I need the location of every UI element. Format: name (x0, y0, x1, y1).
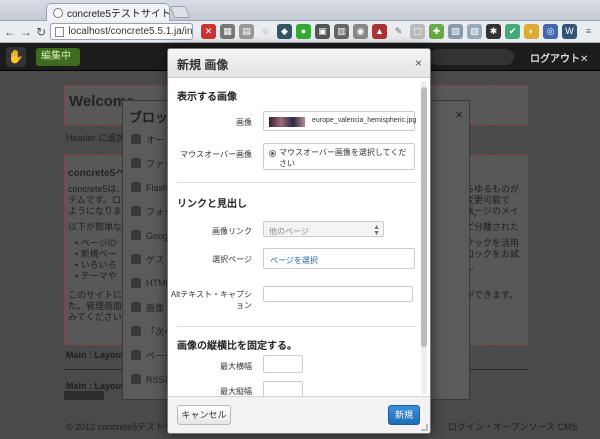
scrollbar-thumb[interactable] (421, 87, 427, 347)
block-type-icon (131, 134, 141, 144)
extension-icon[interactable]: ▥ (334, 24, 349, 39)
block-type-icon (131, 182, 141, 192)
extension-icon[interactable]: ◆ (277, 24, 292, 39)
right-line: ロックをお試し (465, 249, 520, 272)
resize-grip-icon[interactable] (421, 424, 428, 431)
select-page-box: ページを選択 (263, 248, 415, 269)
wordpress-icon[interactable]: W (562, 24, 577, 39)
image-link-selected: 他のページ (269, 227, 309, 236)
block-heading: concrete5へ (68, 168, 126, 179)
add-block-bar (64, 391, 104, 400)
dialog-header: 新規 画像 × (168, 49, 430, 78)
extension-icon[interactable]: ◐ (524, 24, 539, 39)
footer-right: ログイン・オーブンソース CMS (448, 422, 578, 432)
divider (177, 326, 417, 327)
edit-mode-button[interactable]: 編集中 (36, 48, 80, 66)
c5-search-input[interactable] (430, 49, 514, 65)
image-link-select[interactable]: 他のページ ▲ ▼ (263, 221, 384, 237)
select-page-label: 選択ページ (212, 255, 252, 264)
forward-icon[interactable]: → (20, 25, 32, 39)
extension-icon[interactable]: ● (296, 24, 311, 39)
dialog-footer: キャンセル 新規 (168, 396, 430, 433)
select-page-link[interactable]: ページを選択 (270, 255, 318, 266)
alt-text-input[interactable] (263, 286, 413, 302)
block-type-icon (131, 206, 141, 216)
back-icon[interactable]: ← (4, 25, 16, 39)
mouseover-label: マウスオーバー画像 (180, 150, 252, 159)
address-bar[interactable]: localhost/concrete5.5.1.ja/index.php?cID… (50, 23, 193, 40)
extension-icon[interactable]: ✚ (429, 24, 444, 39)
max-width-label: 最大横幅 (220, 362, 252, 371)
close-icon[interactable]: × (455, 107, 463, 122)
image-filename: europe_valencia_hemispheric.jpg (312, 117, 417, 124)
block-type-label: 画像 (146, 302, 165, 313)
block-type-icon (131, 278, 141, 288)
logout-link[interactable]: ログアウト✕ (530, 50, 588, 65)
image-link-label: 画像リンク (212, 227, 252, 236)
extension-icon[interactable]: ✔ (505, 24, 520, 39)
cancel-button[interactable]: キャンセル (177, 405, 231, 425)
section-title-link: リンクと見出し (177, 199, 247, 210)
block-type-icon (131, 230, 141, 240)
select-arrows-icon: ▲ ▼ (373, 224, 380, 237)
extension-icon[interactable]: ▣ (315, 24, 330, 39)
dialog-title: 新規 画像 (177, 58, 229, 72)
block-type-icon (131, 158, 141, 168)
block-type-icon (131, 374, 141, 384)
dialog-body: 表示する画像 画像 europe_valencia_hemispheric.jp… (168, 78, 430, 398)
browser-tab[interactable]: concrete5テストサイト :: ホ × (46, 3, 170, 21)
extension-icon[interactable]: ▦ (220, 24, 235, 39)
tab-title: concrete5テストサイト :: ホ (67, 9, 170, 20)
reload-icon[interactable]: ↻ (36, 25, 46, 39)
extension-icon[interactable]: ✎ (391, 24, 406, 39)
extension-icon[interactable]: ▧ (448, 24, 463, 39)
alt-text-label: Altテキスト・キャプション (170, 290, 252, 310)
new-tab-button[interactable] (169, 6, 191, 18)
image-file-selector[interactable]: europe_valencia_hemispheric.jpg (263, 111, 417, 131)
image-thumbnail (269, 117, 305, 127)
menu-icon[interactable]: ≡ (581, 24, 596, 39)
extension-icons: ✕ ▦ ▤ ☆ ◆ ● ▣ ▥ ◉ ▲ ✎ ▢ ✚ ▧ ▨ ✱ ✔ ◐ ◎ W … (201, 24, 596, 39)
header-add-label: Header に追加 (66, 133, 126, 143)
right-line: に分離された (465, 222, 520, 232)
right-line: ができます。 (465, 290, 519, 300)
block-type-icon (131, 326, 141, 336)
bookmark-star-icon[interactable]: ☆ (258, 24, 273, 39)
image-label: 画像 (236, 118, 252, 127)
divider (177, 182, 417, 183)
url-text: localhost/concrete5.5.1.ja/index.php?cID… (68, 26, 193, 37)
extension-icon[interactable]: ✱ (486, 24, 501, 39)
extension-icon[interactable]: ▲ (372, 24, 387, 39)
block-type-icon (131, 254, 141, 264)
site-favicon-icon (53, 7, 63, 18)
mouseover-image-selector[interactable]: マウスオーバー画像を選択してください (263, 143, 415, 170)
mouseover-placeholder: マウスオーバー画像を選択してください (279, 148, 407, 168)
new-image-dialog: 新規 画像 × 表示する画像 画像 europe_valencia_hemisp… (167, 48, 431, 434)
browser-tab-bar: concrete5テストサイト :: ホ × (0, 0, 600, 21)
extension-icon[interactable]: ◎ (543, 24, 558, 39)
extension-icon[interactable]: ▤ (239, 24, 254, 39)
block-icon[interactable]: ✕ (201, 24, 216, 39)
block-type-icon (131, 302, 141, 312)
submit-button[interactable]: 新規 (388, 405, 420, 425)
section-title-image: 表示する画像 (177, 92, 237, 103)
section-title-ratio: 画像の縦横比を固定する。 (177, 341, 297, 352)
c5-logo-icon[interactable]: ✋ (6, 47, 26, 67)
max-width-input[interactable] (263, 355, 303, 373)
radio-icon (269, 150, 276, 157)
bullet-item: • テーマや (75, 271, 117, 281)
page-icon (55, 26, 65, 37)
dialog-scrollbar[interactable] (421, 81, 427, 395)
close-icon[interactable]: × (415, 56, 422, 70)
extension-icon[interactable]: ▨ (467, 24, 482, 39)
browser-toolbar: ← → ↻ localhost/concrete5.5.1.ja/index.p… (0, 21, 600, 43)
block-type-icon (131, 350, 141, 360)
extension-icon[interactable]: ▢ (410, 24, 425, 39)
extension-icon[interactable]: ◉ (353, 24, 368, 39)
